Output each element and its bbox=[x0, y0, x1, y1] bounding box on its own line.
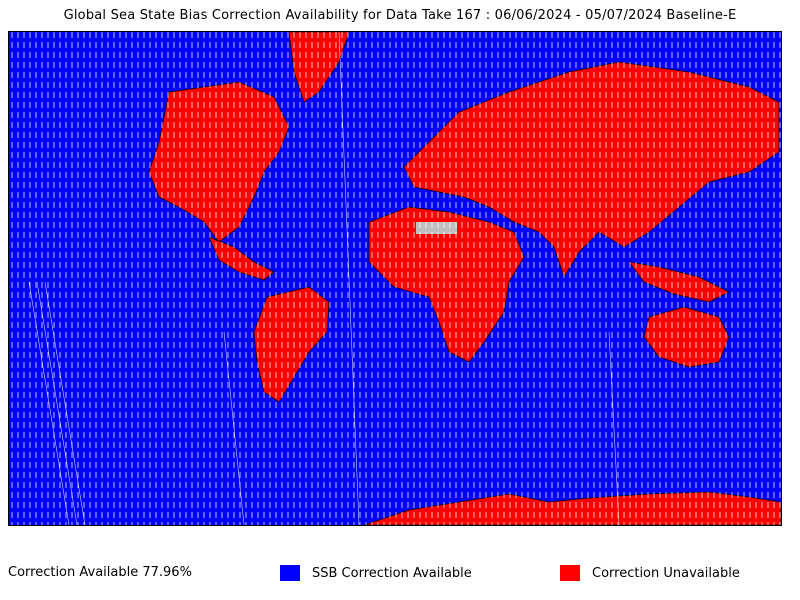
map-title: Global Sea State Bias Correction Availab… bbox=[63, 8, 737, 23]
legend-item-unavailable: Correction Unavailable bbox=[560, 565, 740, 581]
world-map bbox=[8, 31, 782, 526]
legend-label-available: SSB Correction Available bbox=[312, 565, 472, 581]
legend-swatch-available bbox=[280, 565, 300, 581]
legend-item-available: SSB Correction Available bbox=[280, 565, 472, 581]
availability-percentage: Correction Available 77.96% bbox=[8, 565, 192, 580]
legend-swatch-unavailable bbox=[560, 565, 580, 581]
ground-track-overlay bbox=[9, 32, 781, 525]
legend-label-unavailable: Correction Unavailable bbox=[592, 565, 740, 581]
